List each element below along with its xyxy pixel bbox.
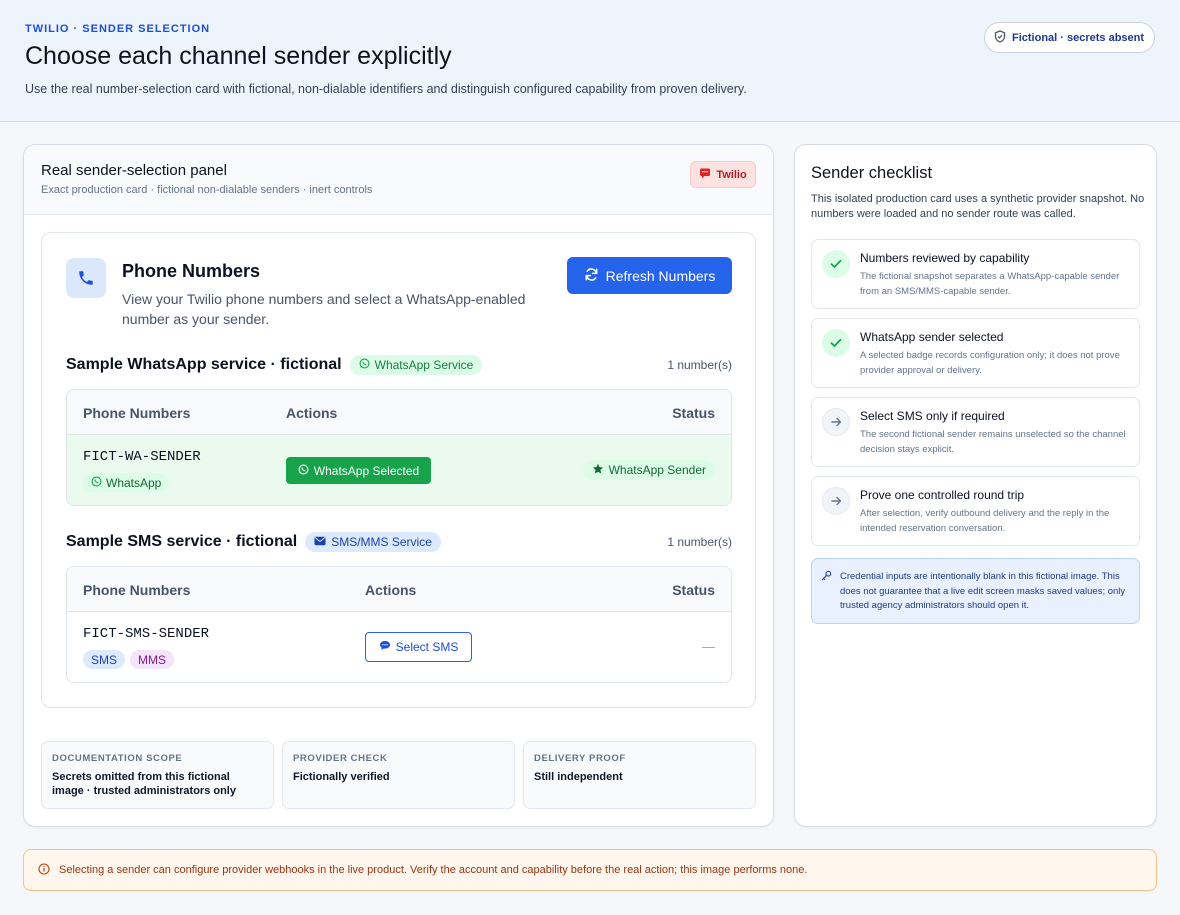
select-sms-label: Select SMS xyxy=(395,640,459,654)
panel-title: Real sender-selection panel xyxy=(41,162,227,179)
sender-selection-panel: Real sender-selection panel Exact produc… xyxy=(23,144,774,827)
sender-checklist-panel: Sender checklist This isolated productio… xyxy=(794,144,1157,827)
whatsapp-service-header: Sample WhatsApp service · fictional What… xyxy=(66,353,732,377)
sms-chip: SMS xyxy=(83,650,126,669)
checklist-item-title: Numbers reviewed by capability xyxy=(860,251,1030,265)
info-label: DOCUMENTATION SCOPE xyxy=(52,753,183,764)
whatsapp-service-pill-label: WhatsApp Service xyxy=(374,358,474,372)
column-status: Status xyxy=(672,582,715,598)
provider-badge: Twilio xyxy=(690,161,756,188)
sms-service-title: Sample SMS service · fictional xyxy=(66,533,298,550)
capability-chips: WhatsApp xyxy=(83,473,170,492)
delivery-proof-box: DELIVERY PROOF Still independent xyxy=(523,741,756,809)
documentation-scope-box: DOCUMENTATION SCOPE Secrets omitted from… xyxy=(41,741,274,809)
capability-chips: SMS MMS xyxy=(83,650,175,669)
sms-service-pill-label: SMS/MMS Service xyxy=(331,535,432,549)
chat-icon xyxy=(699,167,711,182)
status-badge: WhatsApp Sender xyxy=(582,460,715,480)
key-icon xyxy=(821,568,832,586)
check-icon xyxy=(822,329,850,357)
info-value: Fictionally verified xyxy=(293,771,390,783)
phone-numbers-description: View your Twilio phone numbers and selec… xyxy=(122,291,526,327)
select-sms-button[interactable]: Select SMS xyxy=(365,632,472,662)
info-value: Secrets omitted from this fictional imag… xyxy=(52,771,236,797)
sender-number: FICT-WA-SENDER xyxy=(83,449,201,465)
whatsapp-service-title: Sample WhatsApp service · fictional xyxy=(66,356,342,373)
whatsapp-icon xyxy=(298,464,309,478)
mms-chip: MMS xyxy=(130,650,175,669)
fictional-badge: Fictional · secrets absent xyxy=(984,22,1155,53)
checklist-item-title: WhatsApp sender selected xyxy=(860,330,1004,344)
whatsapp-chip: WhatsApp xyxy=(83,473,170,492)
sms-numbers-table: Phone Numbers Actions Status FICT-SMS-SE… xyxy=(66,566,732,683)
fictional-badge-label: Fictional · secrets absent xyxy=(1012,31,1145,44)
column-phone-numbers: Phone Numbers xyxy=(83,405,191,421)
checklist-item-desc: After selection, verify outbound deliver… xyxy=(860,508,1110,534)
status-label: WhatsApp Sender xyxy=(608,463,706,477)
column-phone-numbers: Phone Numbers xyxy=(83,582,191,598)
page-title: Choose each channel sender explicitly xyxy=(25,42,452,70)
info-label: PROVIDER CHECK xyxy=(293,753,388,764)
check-icon xyxy=(822,250,850,278)
star-icon xyxy=(592,463,604,478)
page-subtitle: Use the real number-selection card with … xyxy=(25,82,747,96)
provider-badge-label: Twilio xyxy=(716,168,747,181)
sender-number: FICT-SMS-SENDER xyxy=(83,626,210,642)
sms-number-count: 1 number(s) xyxy=(667,535,732,549)
checklist-item-desc: The fictional snapshot separates a Whats… xyxy=(860,271,1120,297)
envelope-icon xyxy=(314,535,326,549)
panel-header: Real sender-selection panel Exact produc… xyxy=(24,145,773,215)
refresh-numbers-label: Refresh Numbers xyxy=(605,267,716,284)
table-row: FICT-WA-SENDER WhatsApp WhatsApp Selecte… xyxy=(67,435,731,505)
whatsapp-numbers-table: Phone Numbers Actions Status FICT-WA-SEN… xyxy=(66,389,732,506)
column-actions: Actions xyxy=(286,405,338,421)
table-header: Phone Numbers Actions Status xyxy=(67,390,731,435)
checklist-item-desc: A selected badge records configuration o… xyxy=(860,350,1120,376)
checklist-item: Numbers reviewed by capability The ficti… xyxy=(811,239,1140,309)
checklist-item-title: Select SMS only if required xyxy=(860,409,1005,423)
phone-icon xyxy=(66,258,106,298)
whatsapp-selected-label: WhatsApp Selected xyxy=(313,463,420,478)
sms-service-header: Sample SMS service · fictional SMS/MMS S… xyxy=(66,530,732,554)
info-label: DELIVERY PROOF xyxy=(534,753,626,764)
phone-numbers-title: Phone Numbers xyxy=(122,261,261,281)
refresh-numbers-button[interactable]: Refresh Numbers xyxy=(567,257,732,294)
checklist-item-desc: The second fictional sender remains unse… xyxy=(860,429,1126,455)
sms-service-pill: SMS/MMS Service xyxy=(305,532,441,552)
panel-subtitle: Exact production card · fictional non-di… xyxy=(41,184,373,196)
page-header: TWILIO · SENDER SELECTION Choose each ch… xyxy=(0,0,1180,122)
credential-note-text: Credential inputs are intentionally blan… xyxy=(840,571,1126,611)
eyebrow: TWILIO · SENDER SELECTION xyxy=(25,23,211,35)
checklist-description: This isolated production card uses a syn… xyxy=(811,193,1145,220)
footer-warning-text: Selecting a sender can configure provide… xyxy=(59,864,808,876)
phone-numbers-card: Phone Numbers View your Twilio phone num… xyxy=(41,232,756,708)
info-circle-icon xyxy=(38,862,50,878)
whatsapp-number-count: 1 number(s) xyxy=(667,358,732,372)
refresh-icon xyxy=(584,267,599,285)
whatsapp-icon xyxy=(91,476,102,490)
chat-bubble-icon xyxy=(379,640,391,654)
footer-warning: Selecting a sender can configure provide… xyxy=(23,849,1157,891)
checklist-item: WhatsApp sender selected A selected badg… xyxy=(811,318,1140,388)
info-value: Still independent xyxy=(534,771,623,783)
shield-icon xyxy=(994,29,1006,46)
checklist-item: Select SMS only if required The second f… xyxy=(811,397,1140,467)
provider-check-box: PROVIDER CHECK Fictionally verified xyxy=(282,741,515,809)
checklist-title: Sender checklist xyxy=(811,164,933,182)
whatsapp-service-pill: WhatsApp Service xyxy=(349,355,483,375)
arrow-right-icon xyxy=(822,408,850,436)
column-status: Status xyxy=(672,405,715,421)
whatsapp-selected-button[interactable]: WhatsApp Selected xyxy=(286,457,431,484)
whatsapp-icon xyxy=(359,358,370,372)
credential-note: Credential inputs are intentionally blan… xyxy=(811,558,1140,624)
table-row: FICT-SMS-SENDER SMS MMS Select SMS — xyxy=(67,612,731,682)
whatsapp-chip-label: WhatsApp xyxy=(106,475,162,490)
arrow-right-icon xyxy=(822,487,850,515)
checklist-item: Prove one controlled round trip After se… xyxy=(811,476,1140,546)
table-header: Phone Numbers Actions Status xyxy=(67,567,731,612)
status-empty: — xyxy=(702,639,715,654)
checklist-item-title: Prove one controlled round trip xyxy=(860,488,1025,502)
column-actions: Actions xyxy=(365,582,417,598)
